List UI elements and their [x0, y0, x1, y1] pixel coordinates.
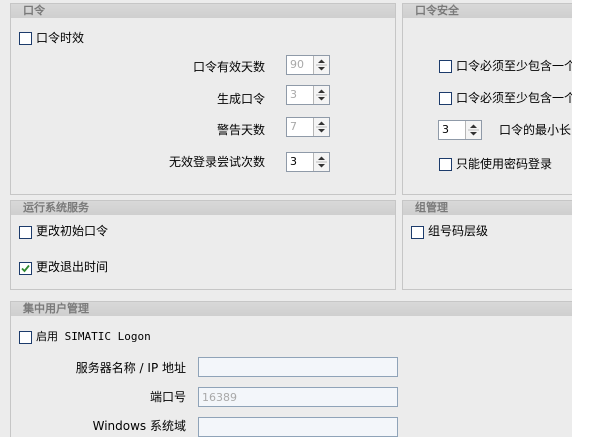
- windows-domain-input[interactable]: [198, 417, 398, 437]
- pin-only-label: 只能使用密码登录: [456, 157, 553, 171]
- min-length-value: 3: [442, 123, 449, 136]
- change-logout-time-checkbox[interactable]: [19, 262, 32, 275]
- failed-logins-label: 无效登录尝试次数: [168, 155, 265, 169]
- password-expiry-label: 口令时效: [36, 31, 85, 45]
- enable-simatic-logon-label: 启用 SIMATIC Logon: [36, 330, 151, 343]
- password-security-group: 口令安全 口令必须至少包含一个 口令必须至少包含一个 3 口令的最小长 只能使用…: [402, 3, 572, 195]
- spinner-arrows-icon[interactable]: [465, 121, 481, 139]
- spinner-arrows-icon[interactable]: [313, 56, 329, 74]
- generations-label: 生成口令: [216, 92, 265, 106]
- spinner-arrows-icon[interactable]: [313, 153, 329, 171]
- central-user-management-title: 集中用户管理: [11, 302, 572, 316]
- warning-days-label: 警告天数: [216, 123, 265, 137]
- runtime-services-title: 运行系统服务: [11, 201, 395, 215]
- failed-logins-value: 3: [290, 155, 297, 168]
- windows-domain-label: Windows 系统域: [92, 419, 186, 433]
- enable-simatic-logon-checkbox[interactable]: [19, 331, 32, 344]
- warning-days-spinner[interactable]: 7: [286, 117, 330, 137]
- must-contain-checkbox-1[interactable]: [439, 60, 452, 73]
- checkmark-icon: [21, 264, 30, 273]
- settings-panel: 口令 口令时效 口令有效天数 90 生成口令 3 警告天数 7 无效登录尝试次数…: [0, 0, 572, 437]
- valid-days-spinner[interactable]: 90: [286, 55, 330, 75]
- must-contain-label-2: 口令必须至少包含一个: [456, 91, 572, 105]
- group-management-title: 组管理: [403, 201, 572, 215]
- change-initial-password-checkbox[interactable]: [19, 226, 32, 239]
- server-name-label: 服务器名称 / IP 地址: [75, 361, 186, 375]
- change-logout-time-label: 更改退出时间: [36, 260, 109, 274]
- generations-value: 3: [290, 88, 297, 101]
- pin-only-checkbox[interactable]: [439, 158, 452, 171]
- change-initial-password-label: 更改初始口令: [36, 224, 109, 238]
- failed-logins-spinner[interactable]: 3: [286, 152, 330, 172]
- port-input[interactable]: 16389: [198, 387, 398, 407]
- central-user-management-group: 集中用户管理 启用 SIMATIC Logon 服务器名称 / IP 地址 端口…: [10, 301, 572, 437]
- server-name-input[interactable]: [198, 357, 398, 377]
- group-hierarchy-label: 组号码层级: [428, 224, 489, 238]
- port-label: 端口号: [149, 390, 186, 404]
- group-management-group: 组管理 组号码层级: [402, 200, 572, 290]
- must-contain-checkbox-2[interactable]: [439, 92, 452, 105]
- valid-days-label: 口令有效天数: [192, 60, 265, 74]
- warning-days-value: 7: [290, 120, 297, 133]
- spinner-arrows-icon[interactable]: [313, 86, 329, 104]
- generations-spinner[interactable]: 3: [286, 85, 330, 105]
- password-security-title: 口令安全: [403, 4, 572, 18]
- min-length-label: 口令的最小长: [499, 123, 572, 137]
- valid-days-value: 90: [290, 58, 304, 71]
- port-value: 16389: [202, 391, 237, 404]
- min-length-spinner[interactable]: 3: [438, 120, 482, 140]
- password-group: 口令 口令时效 口令有效天数 90 生成口令 3 警告天数 7 无效登录尝试次数…: [10, 3, 396, 195]
- runtime-services-group: 运行系统服务 更改初始口令 更改退出时间: [10, 200, 396, 290]
- password-group-title: 口令: [11, 4, 395, 18]
- spinner-arrows-icon[interactable]: [313, 118, 329, 136]
- password-expiry-checkbox[interactable]: [19, 32, 32, 45]
- must-contain-label-1: 口令必须至少包含一个: [456, 59, 572, 73]
- group-hierarchy-checkbox[interactable]: [411, 226, 424, 239]
